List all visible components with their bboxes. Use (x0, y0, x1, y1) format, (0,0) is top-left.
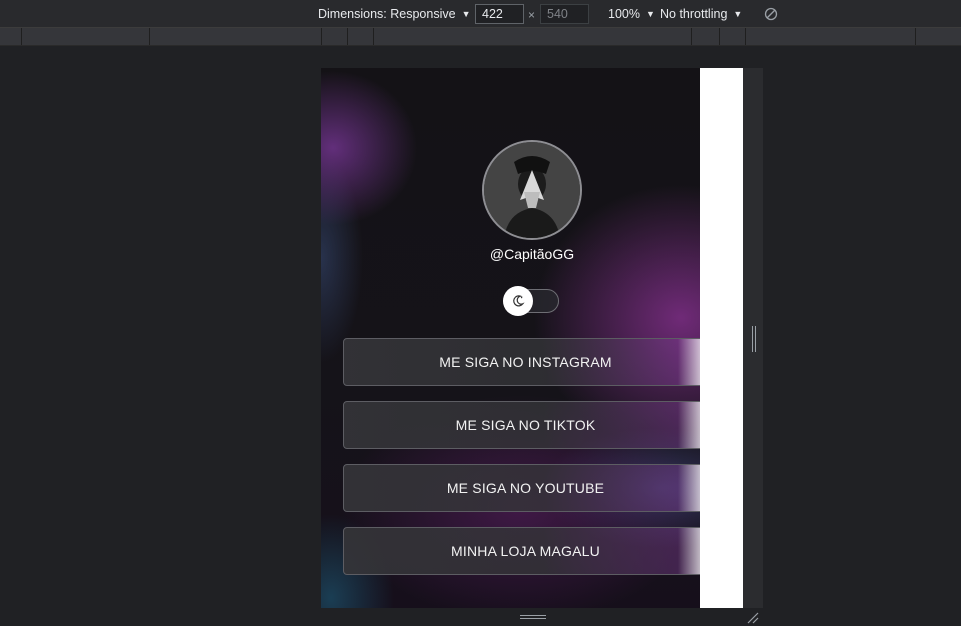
right-resize-handle[interactable] (752, 326, 756, 352)
page-viewport: @CapitãoGG ME SIGA NO INSTAGRAM ME SIGA … (321, 68, 700, 608)
times-separator: × (528, 8, 536, 22)
dimensions-dropdown[interactable]: Dimensions: Responsive ▼ (318, 7, 470, 21)
caret-down-icon: ▼ (645, 9, 655, 19)
throttling-dropdown[interactable]: No throttling ▼ (660, 7, 742, 21)
corner-resize-icon[interactable] (746, 611, 760, 625)
zoom-dropdown[interactable]: 100% ▼ (608, 7, 655, 21)
caret-down-icon: ▼ (461, 9, 471, 19)
youtube-link-button[interactable]: ME SIGA NO YOUTUBE (343, 464, 700, 512)
profile-photo (484, 142, 580, 238)
tiktok-link-button[interactable]: ME SIGA NO TIKTOK (343, 401, 700, 449)
zoom-label: 100% (608, 7, 640, 21)
instagram-link-button[interactable]: ME SIGA NO INSTAGRAM (343, 338, 700, 386)
media-query-segment[interactable] (719, 28, 720, 45)
height-input[interactable] (540, 4, 589, 24)
media-query-segment[interactable] (321, 28, 322, 45)
device-frame: @CapitãoGG ME SIGA NO INSTAGRAM ME SIGA … (321, 68, 763, 608)
media-query-segment[interactable] (745, 28, 746, 45)
rotate-disabled-icon[interactable] (764, 7, 778, 21)
bottom-resize-handle[interactable] (520, 615, 546, 619)
dimensions-label: Dimensions: Responsive (318, 7, 456, 21)
width-input[interactable] (475, 4, 524, 24)
theme-toggle[interactable] (503, 286, 533, 316)
media-query-segment[interactable] (347, 28, 348, 45)
moon-icon (513, 295, 525, 307)
media-query-segment[interactable] (21, 28, 22, 45)
device-toolbar: Dimensions: Responsive ▼ × 100% ▼ No thr… (0, 0, 961, 28)
media-query-segment[interactable] (373, 28, 374, 45)
media-query-bar[interactable] (0, 28, 961, 46)
media-query-segment[interactable] (691, 28, 692, 45)
page-overflow-area (700, 68, 743, 608)
media-query-segment[interactable] (915, 28, 916, 45)
profile-avatar (482, 140, 582, 240)
magalu-link-button[interactable]: MINHA LOJA MAGALU (343, 527, 700, 575)
caret-down-icon: ▼ (733, 9, 743, 19)
throttling-label: No throttling (660, 7, 728, 21)
media-query-segment[interactable] (149, 28, 150, 45)
profile-handle: @CapitãoGG (489, 246, 575, 262)
